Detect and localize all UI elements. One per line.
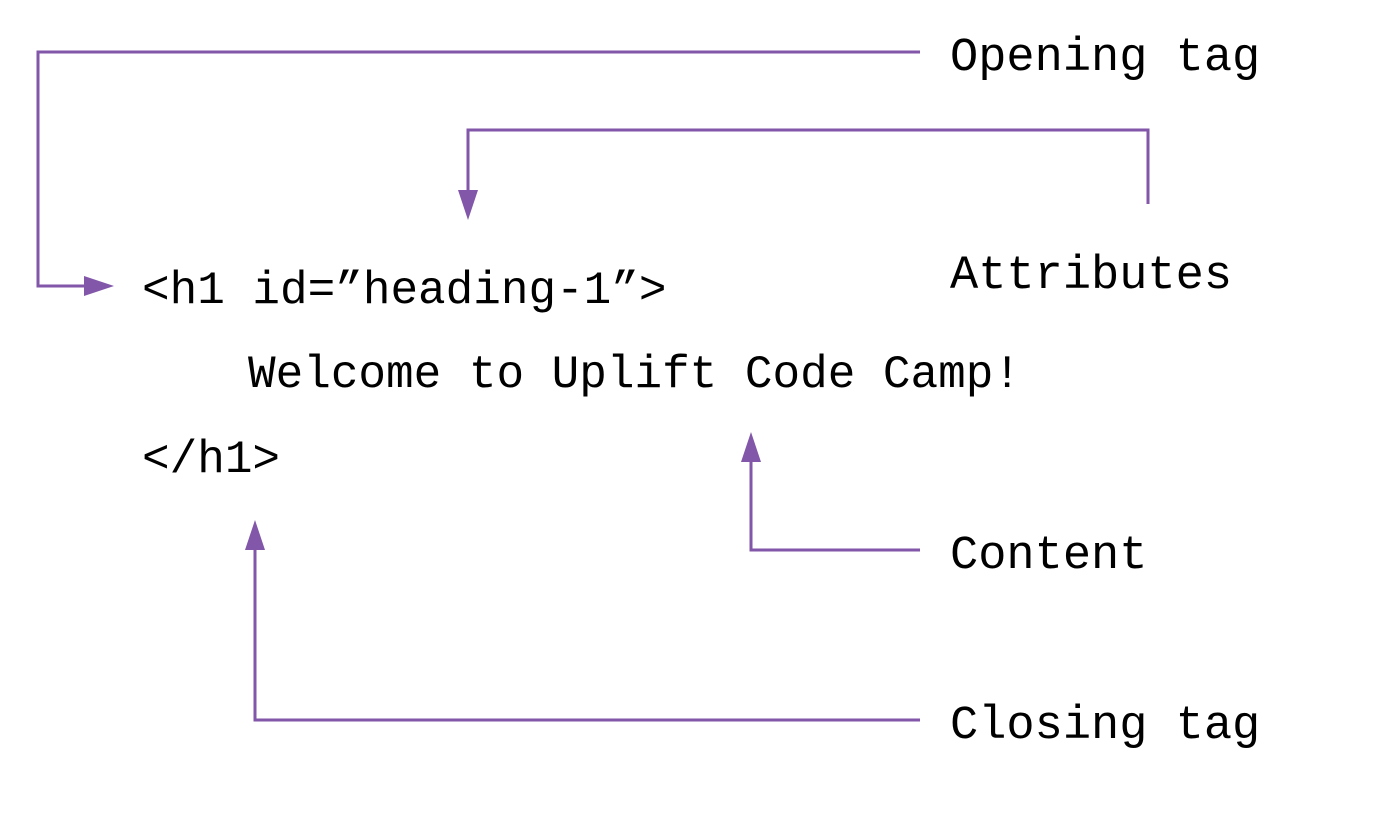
label-closing-tag: Closing tag — [950, 700, 1260, 753]
label-attributes: Attributes — [950, 250, 1232, 303]
code-closing-tag: </h1> — [142, 434, 280, 486]
label-content: Content — [950, 530, 1147, 583]
attributes-connector — [466, 128, 1150, 204]
content-arrow-icon — [741, 432, 761, 462]
html-element-anatomy-diagram: <h1 id=”heading-1”> Welcome to Uplift Co… — [36, 32, 1260, 753]
code-content: Welcome to Uplift Code Camp! — [248, 349, 1021, 401]
opening-tag-connector — [36, 50, 920, 288]
opening-tag-arrow-icon — [84, 276, 114, 296]
code-opening-tag: <h1 id=”heading-1”> — [142, 265, 667, 317]
attributes-arrow-icon — [458, 190, 478, 220]
content-connector — [749, 460, 920, 552]
closing-tag-arrow-icon — [245, 520, 265, 550]
closing-tag-connector — [253, 548, 920, 722]
label-opening-tag: Opening tag — [950, 32, 1260, 85]
